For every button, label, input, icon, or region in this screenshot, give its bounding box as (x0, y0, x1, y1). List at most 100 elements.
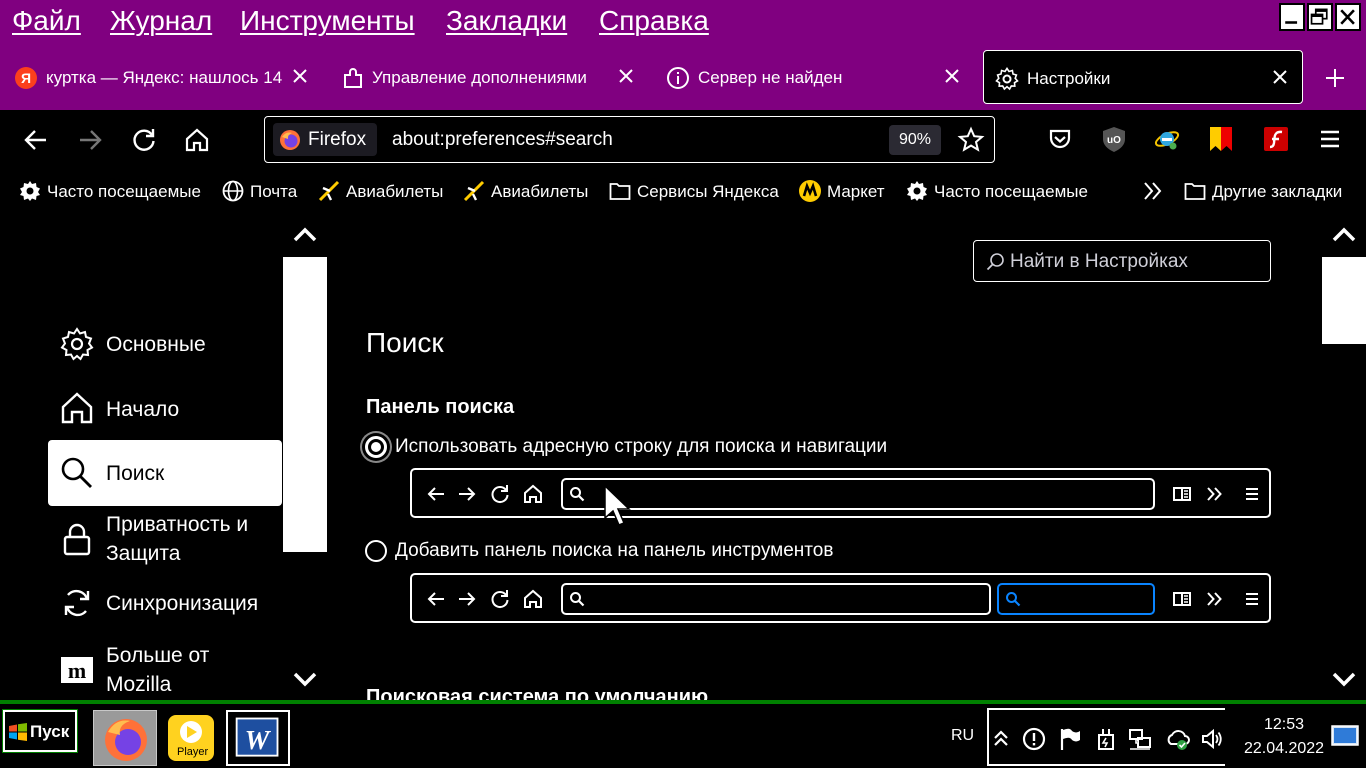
search-settings-input[interactable]: Найти в Настройках (973, 240, 1271, 282)
tab-settings[interactable]: Настройки (983, 50, 1303, 104)
chevron-more-icon[interactable] (1142, 180, 1164, 202)
pocket-icon[interactable] (1046, 125, 1074, 153)
firefox-icon (280, 130, 300, 150)
sidebar-item-home[interactable]: Начало (48, 380, 282, 438)
bookmark-item[interactable]: Маркет (799, 178, 891, 204)
start-button[interactable]: Пуск (2, 709, 78, 753)
sidebar-item-privacy[interactable]: Приватность и Защита (48, 510, 282, 570)
language-indicator[interactable]: RU (951, 727, 974, 745)
search-icon (1006, 592, 1021, 607)
flag-icon[interactable] (1058, 727, 1082, 751)
yandex-bookmark-icon[interactable] (1207, 125, 1235, 153)
close-tab-icon[interactable] (291, 67, 309, 85)
close-tab-icon[interactable] (617, 67, 635, 85)
market-icon (799, 180, 821, 202)
ublock-icon[interactable]: uO (1100, 125, 1128, 153)
cloud-check-icon[interactable] (1166, 727, 1190, 751)
sidebar-item-label: Поиск (106, 462, 165, 485)
page-scroll-thumb[interactable] (1322, 257, 1366, 344)
flash-icon[interactable] (1262, 125, 1290, 153)
taskbar-app-firefox[interactable] (93, 710, 157, 766)
tab-yandex[interactable]: Я куртка — Яндекс: нашлось 14 млн резуль… (12, 50, 318, 104)
plane-icon (318, 180, 340, 202)
home-icon (524, 589, 542, 608)
reload-icon (491, 485, 509, 504)
clock-date[interactable]: 22.04.2022 (1244, 740, 1324, 758)
sidebar-item-search[interactable]: Поиск (48, 440, 282, 506)
reload-icon (491, 590, 509, 609)
default-engine-section-title: Поисковая система по умолчанию (366, 686, 709, 700)
minimize-button[interactable] (1279, 3, 1305, 31)
radio-searchbar-label[interactable]: Добавить панель поиска на панель инструм… (395, 540, 833, 562)
navigation-toolbar: Firefox about:preferences#search 90% uO (0, 110, 1366, 170)
page-scroll-down-icon[interactable] (1330, 670, 1358, 690)
taskbar: Пуск Player W RU 12:53 22.04.2022 (0, 700, 1366, 768)
search-icon (570, 487, 585, 502)
home-icon (524, 484, 542, 503)
sidebar-scroll-down-icon[interactable] (291, 670, 319, 690)
bookmark-label: Авиабилеты (346, 182, 444, 201)
sidebar-item-general[interactable]: Основные (48, 315, 282, 373)
search-settings-placeholder: Найти в Настройках (1010, 251, 1188, 272)
clock-time[interactable]: 12:53 (1264, 716, 1304, 734)
new-tab-icon[interactable] (1323, 66, 1347, 90)
radio-urlbar-search[interactable] (365, 436, 387, 458)
search-icon (570, 592, 585, 607)
taskbar-app-word[interactable]: W (226, 710, 290, 766)
page-scroll-up-icon[interactable] (1330, 224, 1358, 244)
url-text[interactable]: about:preferences#search (392, 129, 613, 151)
bookmark-item[interactable]: Авиабилеты (463, 178, 593, 204)
tab-addons[interactable]: Управление дополнениями (338, 50, 644, 104)
firefox-icon (105, 719, 147, 761)
tab-server-not-found[interactable]: Сервер не найден (664, 50, 970, 104)
forward-icon[interactable] (76, 126, 104, 154)
close-window-button[interactable] (1335, 3, 1361, 31)
sidebar-item-sync[interactable]: Синхронизация (48, 577, 282, 629)
bookmark-label: Часто посещаемые (47, 182, 201, 201)
hamburger-menu-icon[interactable] (1316, 125, 1344, 153)
preview-search-field (997, 583, 1155, 615)
bookmark-item[interactable]: Авиабилеты (318, 178, 448, 204)
zoom-indicator[interactable]: 90% (889, 125, 941, 155)
sidebar-item-label: Начало (106, 398, 180, 421)
chevron-up-icon[interactable] (991, 727, 1011, 751)
sidebar-item-label: Приватность и (106, 513, 249, 536)
restore-button[interactable] (1307, 3, 1333, 31)
back-icon[interactable] (22, 126, 50, 154)
menu-bookmarks[interactable]: Закладки (446, 5, 567, 37)
close-tab-icon[interactable] (943, 67, 961, 85)
info-icon[interactable] (1022, 727, 1046, 751)
ie-tab-icon[interactable] (1153, 125, 1181, 153)
show-desktop-icon[interactable] (1331, 724, 1359, 748)
close-tab-icon[interactable] (1271, 68, 1289, 86)
menu-file[interactable]: Файл (12, 5, 81, 37)
identity-box[interactable]: Firefox (273, 123, 377, 156)
bookmark-star-icon[interactable] (957, 126, 985, 154)
sidebar-scroll-up-icon[interactable] (291, 224, 319, 244)
info-icon (667, 67, 689, 89)
sidebar-scroll-thumb[interactable] (283, 257, 327, 552)
home-icon[interactable] (183, 126, 211, 154)
yandex-icon: Я (15, 67, 37, 89)
sidebar-item-mozilla[interactable]: m Больше от Mozilla (48, 641, 282, 700)
other-bookmarks-folder[interactable]: Другие закладки (1184, 178, 1354, 204)
sidebar-item-label: Основные (106, 333, 206, 356)
reload-icon[interactable] (130, 126, 158, 154)
network-icon[interactable] (1128, 727, 1152, 751)
power-plug-icon[interactable] (1094, 727, 1118, 751)
menu-help[interactable]: Справка (599, 5, 709, 37)
bookmark-item[interactable]: Почта (222, 178, 302, 204)
forward-icon (459, 487, 476, 501)
radio-searchbar[interactable] (365, 540, 387, 562)
speaker-icon[interactable] (1200, 727, 1224, 751)
chevron-more-icon (1207, 592, 1222, 606)
bookmark-item[interactable]: Часто посещаемые (906, 178, 1094, 204)
bookmark-folder[interactable]: Сервисы Яндекса (609, 178, 784, 204)
url-bar[interactable]: Firefox about:preferences#search 90% (264, 116, 995, 163)
menu-tools[interactable]: Инструменты (240, 5, 415, 37)
menu-history[interactable]: Журнал (110, 5, 212, 37)
bookmark-item[interactable]: Часто посещаемые (19, 178, 205, 204)
taskbar-app-player[interactable]: Player (160, 710, 224, 766)
page-title: Поиск (366, 327, 444, 358)
radio-urlbar-label[interactable]: Использовать адресную строку для поиска … (395, 436, 887, 458)
